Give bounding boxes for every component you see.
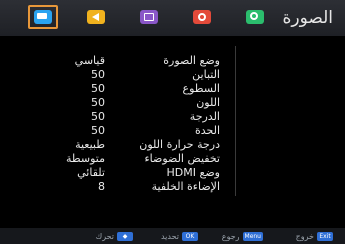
hint-label: تحديد xyxy=(160,231,179,241)
setting-label: تخفيض الضوضاء xyxy=(144,152,220,165)
setting-noise-reduction[interactable]: تخفيض الضوضاء متوسطة xyxy=(5,152,335,166)
time-icon xyxy=(140,10,158,24)
setting-label: درجة حرارة اللون xyxy=(139,138,220,151)
setting-value: طبيعية xyxy=(75,138,105,151)
sound-icon xyxy=(87,10,105,24)
hint-exit[interactable]: Exit خروج xyxy=(296,230,333,242)
setting-value: 8 xyxy=(98,180,105,193)
setting-color-temperature[interactable]: درجة حرارة اللون طبيعية xyxy=(5,138,335,152)
setting-sharpness[interactable]: الحدة 50 xyxy=(5,124,335,138)
tab-search[interactable] xyxy=(240,5,270,29)
page-title: الصورة xyxy=(282,8,333,28)
setting-value: قياسي xyxy=(74,54,105,67)
settings-panel: وضع الصورة قياسي التباين 50 السطوع 50 ال… xyxy=(5,36,335,228)
hint-select[interactable]: OK تحديد xyxy=(161,230,198,242)
hint-label: خروج xyxy=(295,231,314,241)
setting-value: تلقائي xyxy=(77,166,105,179)
hint-back[interactable]: Menu رجوع xyxy=(222,230,263,242)
setting-label: وضع HDMI xyxy=(166,166,221,179)
search-icon xyxy=(246,10,264,24)
hint-label: تحرك xyxy=(95,231,114,241)
setting-value: 50 xyxy=(91,96,105,109)
setting-label: وضع الصورة xyxy=(163,54,220,67)
setting-value: متوسطة xyxy=(65,152,105,165)
setting-value: 50 xyxy=(91,68,105,81)
picture-settings-icon xyxy=(34,10,52,24)
setting-value: 50 xyxy=(91,82,105,95)
tab-sound[interactable] xyxy=(81,5,111,29)
settings-list: وضع الصورة قياسي التباين 50 السطوع 50 ال… xyxy=(5,54,335,194)
setup-icon xyxy=(193,10,211,24)
setting-color[interactable]: اللون 50 xyxy=(5,96,335,110)
setting-brightness[interactable]: السطوع 50 xyxy=(5,82,335,96)
tv-menu-screen: الصورة وضع الصورة قياسي التباين 50 السطو… xyxy=(0,0,345,244)
setting-contrast[interactable]: التباين 50 xyxy=(5,68,335,82)
hint-move[interactable]: ◆ تحرك xyxy=(96,230,133,242)
setting-value: 50 xyxy=(91,124,105,137)
setting-tint[interactable]: الدرجة 50 xyxy=(5,110,335,124)
setting-label: السطوع xyxy=(182,82,221,95)
setting-backlight[interactable]: الإضاءة الخلفية 8 xyxy=(5,180,335,194)
setting-value: 50 xyxy=(91,110,105,123)
tab-setup[interactable] xyxy=(187,5,217,29)
key-hint-bar: Exit خروج Menu رجوع OK تحديد ◆ تحرك xyxy=(0,228,345,244)
tab-picture[interactable] xyxy=(28,5,58,29)
hint-label: رجوع xyxy=(221,231,240,241)
ok-key: OK xyxy=(182,231,198,241)
setting-label: الإضاءة الخلفية xyxy=(151,180,220,193)
setting-label: الدرجة xyxy=(189,110,220,123)
setting-label: اللون xyxy=(196,96,220,109)
setting-label: الحدة xyxy=(194,124,220,137)
setting-label: التباين xyxy=(192,68,220,81)
exit-key: Exit xyxy=(317,231,333,241)
menu-key: Menu xyxy=(242,231,263,241)
setting-hdmi-mode[interactable]: وضع HDMI تلقائي xyxy=(5,166,335,180)
tab-time[interactable] xyxy=(134,5,164,29)
navigation-arrows-icon: ◆ xyxy=(117,231,133,241)
top-menu-bar: الصورة xyxy=(0,0,345,36)
setting-picture-mode[interactable]: وضع الصورة قياسي xyxy=(5,54,335,68)
